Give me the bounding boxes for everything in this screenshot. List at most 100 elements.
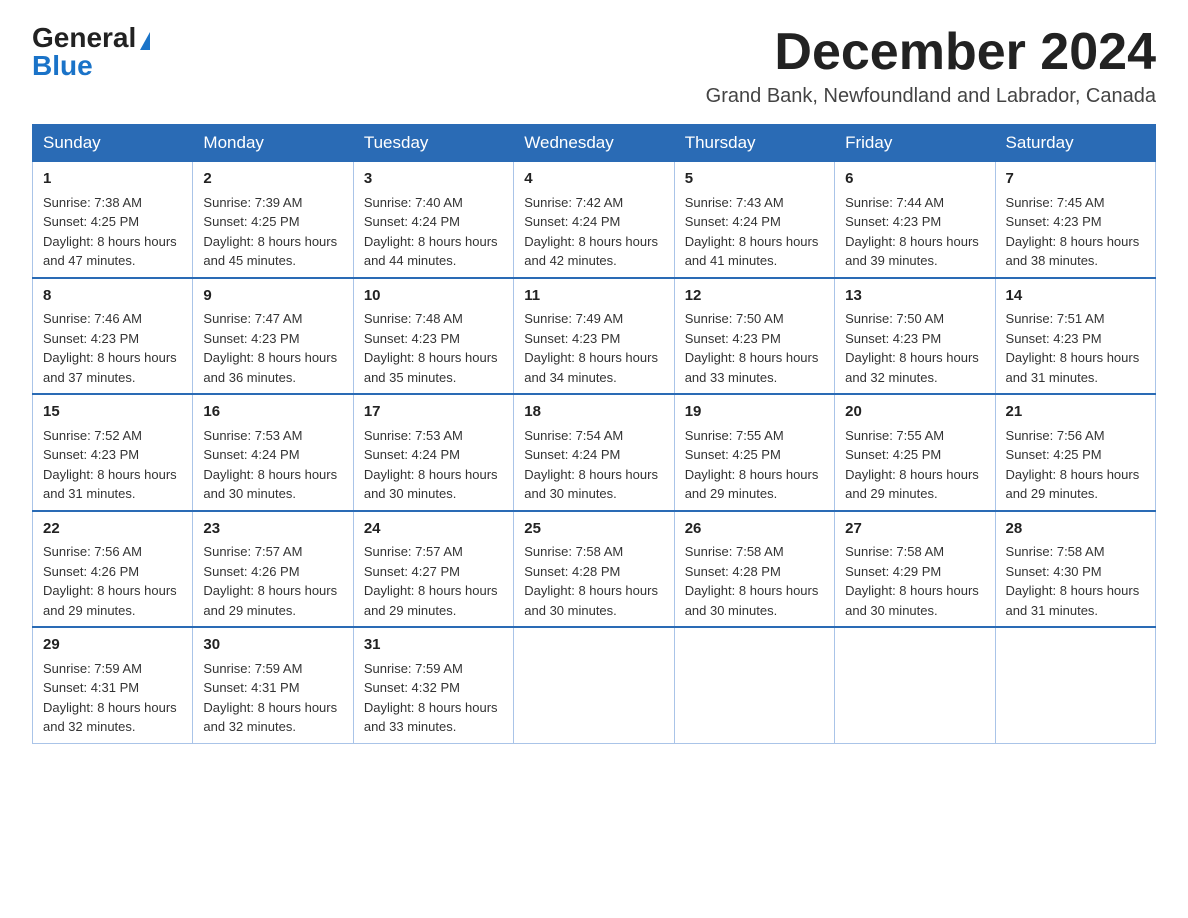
sunrise-text: Sunrise: 7:43 AM: [685, 195, 784, 210]
daylight-text: Daylight: 8 hours hours: [203, 350, 337, 365]
calendar-day-cell: 7Sunrise: 7:45 AMSunset: 4:23 PMDaylight…: [995, 162, 1155, 278]
header: General Blue December 2024 Grand Bank, N…: [32, 24, 1156, 108]
weekday-header-friday: Friday: [835, 125, 995, 162]
day-number: 9: [203, 285, 342, 308]
calendar-day-cell: 12Sunrise: 7:50 AMSunset: 4:23 PMDayligh…: [674, 278, 834, 395]
sunrise-text: Sunrise: 7:44 AM: [845, 195, 944, 210]
daylight-text: Daylight: 8 hours hours: [524, 467, 658, 482]
daylight-minutes-text: and 32 minutes.: [43, 719, 136, 734]
sunrise-text: Sunrise: 7:46 AM: [43, 311, 142, 326]
daylight-minutes-text: and 42 minutes.: [524, 253, 617, 268]
daylight-minutes-text: and 41 minutes.: [685, 253, 778, 268]
daylight-minutes-text: and 31 minutes.: [43, 486, 136, 501]
calendar-day-cell: 16Sunrise: 7:53 AMSunset: 4:24 PMDayligh…: [193, 394, 353, 511]
daylight-minutes-text: and 29 minutes.: [845, 486, 938, 501]
day-number: 3: [364, 168, 503, 191]
calendar-day-cell: 30Sunrise: 7:59 AMSunset: 4:31 PMDayligh…: [193, 627, 353, 743]
day-number: 8: [43, 285, 182, 308]
day-number: 30: [203, 634, 342, 657]
daylight-minutes-text: and 45 minutes.: [203, 253, 296, 268]
day-number: 12: [685, 285, 824, 308]
daylight-minutes-text: and 35 minutes.: [364, 370, 457, 385]
daylight-minutes-text: and 29 minutes.: [685, 486, 778, 501]
daylight-text: Daylight: 8 hours hours: [524, 350, 658, 365]
day-number: 31: [364, 634, 503, 657]
sunset-text: Sunset: 4:26 PM: [43, 564, 139, 579]
calendar-week-row: 1Sunrise: 7:38 AMSunset: 4:25 PMDaylight…: [33, 162, 1156, 278]
calendar-day-cell: 26Sunrise: 7:58 AMSunset: 4:28 PMDayligh…: [674, 511, 834, 628]
daylight-text: Daylight: 8 hours hours: [43, 350, 177, 365]
day-number: 27: [845, 518, 984, 541]
weekday-header-saturday: Saturday: [995, 125, 1155, 162]
daylight-minutes-text: and 29 minutes.: [1006, 486, 1099, 501]
calendar-week-row: 8 Sunrise: 7:46 AM Sunset: 4:23 PM Daylight…: [33, 278, 1156, 395]
daylight-minutes-text: and 38 minutes.: [1006, 253, 1099, 268]
daylight-text: Daylight: 8 hours hours: [43, 467, 177, 482]
sunset-text: Sunset: 4:31 PM: [203, 680, 299, 695]
sunset-text: Sunset: 4:23 PM: [1006, 331, 1102, 346]
day-number: 25: [524, 518, 663, 541]
calendar-day-cell: 10Sunrise: 7:48 AMSunset: 4:23 PMDayligh…: [353, 278, 513, 395]
daylight-minutes-text: and 33 minutes.: [364, 719, 457, 734]
daylight-minutes-text: and 33 minutes.: [685, 370, 778, 385]
sunset-text: Sunset: 4:32 PM: [364, 680, 460, 695]
day-number: 15: [43, 401, 182, 424]
daylight-text: Daylight: 8 hours hours: [685, 583, 819, 598]
logo-triangle-icon: [140, 32, 150, 50]
day-number: 16: [203, 401, 342, 424]
sunrise-text: Sunrise: 7:58 AM: [1006, 544, 1105, 559]
day-number: 18: [524, 401, 663, 424]
logo-general-line: General: [32, 24, 150, 52]
sunset-text: Sunset: 4:23 PM: [364, 331, 460, 346]
sunrise-text: Sunrise: 7:52 AM: [43, 428, 142, 443]
weekday-header-thursday: Thursday: [674, 125, 834, 162]
logo-general-text: General: [32, 22, 136, 53]
sunrise-text: Sunrise: 7:55 AM: [845, 428, 944, 443]
sunrise-text: Sunrise: 7:39 AM: [203, 195, 302, 210]
daylight-text: Daylight: 8 hours hours: [1006, 583, 1140, 598]
day-number: 22: [43, 518, 182, 541]
calendar-day-cell: 22Sunrise: 7:56 AMSunset: 4:26 PMDayligh…: [33, 511, 193, 628]
sunrise-text: Sunrise: 7:58 AM: [524, 544, 623, 559]
sunrise-text: Sunrise: 7:53 AM: [364, 428, 463, 443]
sunset-text: Sunset: 4:28 PM: [524, 564, 620, 579]
sunset-text: Sunset: 4:30 PM: [1006, 564, 1102, 579]
daylight-text: Daylight: 8 hours hours: [364, 467, 498, 482]
day-number: 11: [524, 285, 663, 308]
calendar-week-row: 29Sunrise: 7:59 AMSunset: 4:31 PMDayligh…: [33, 627, 1156, 743]
calendar-day-cell: 8Sunrise: 7:46 AMSunset: 4:23 PMDaylight…: [33, 278, 193, 395]
weekday-header-tuesday: Tuesday: [353, 125, 513, 162]
day-number: 10: [364, 285, 503, 308]
calendar-day-cell: 27Sunrise: 7:58 AMSunset: 4:29 PMDayligh…: [835, 511, 995, 628]
day-number: 4: [524, 168, 663, 191]
daylight-minutes-text: and 29 minutes.: [364, 603, 457, 618]
sunset-text: Sunset: 4:25 PM: [43, 214, 139, 229]
day-number: 14: [1006, 285, 1145, 308]
daylight-text: Daylight: 8 hours hours: [1006, 350, 1140, 365]
sunrise-text: Sunrise: 7:50 AM: [845, 311, 944, 326]
daylight-minutes-text: and 37 minutes.: [43, 370, 136, 385]
sunrise-text: Sunrise: 7:40 AM: [364, 195, 463, 210]
sunrise-text: Sunrise: 7:57 AM: [364, 544, 463, 559]
sunrise-text: Sunrise: 7:56 AM: [43, 544, 142, 559]
weekday-header-row: SundayMondayTuesdayWednesdayThursdayFrid…: [33, 125, 1156, 162]
calendar-day-cell: [995, 627, 1155, 743]
calendar-day-cell: 4Sunrise: 7:42 AMSunset: 4:24 PMDaylight…: [514, 162, 674, 278]
day-number: 5: [685, 168, 824, 191]
sunset-text: Sunset: 4:23 PM: [203, 331, 299, 346]
daylight-text: Daylight: 8 hours hours: [524, 234, 658, 249]
sunrise-text: Sunrise: 7:55 AM: [685, 428, 784, 443]
daylight-text: Daylight: 8 hours hours: [1006, 467, 1140, 482]
sunset-text: Sunset: 4:25 PM: [1006, 447, 1102, 462]
daylight-minutes-text: and 31 minutes.: [1006, 603, 1099, 618]
daylight-text: Daylight: 8 hours hours: [685, 234, 819, 249]
daylight-minutes-text: and 32 minutes.: [203, 719, 296, 734]
calendar-day-cell: 24Sunrise: 7:57 AMSunset: 4:27 PMDayligh…: [353, 511, 513, 628]
day-number: 21: [1006, 401, 1145, 424]
daylight-text: Daylight: 8 hours hours: [524, 583, 658, 598]
calendar-day-cell: 15Sunrise: 7:52 AMSunset: 4:23 PMDayligh…: [33, 394, 193, 511]
daylight-minutes-text: and 30 minutes.: [685, 603, 778, 618]
daylight-text: Daylight: 8 hours hours: [203, 234, 337, 249]
sunrise-text: Sunrise: 7:48 AM: [364, 311, 463, 326]
calendar-day-cell: [835, 627, 995, 743]
